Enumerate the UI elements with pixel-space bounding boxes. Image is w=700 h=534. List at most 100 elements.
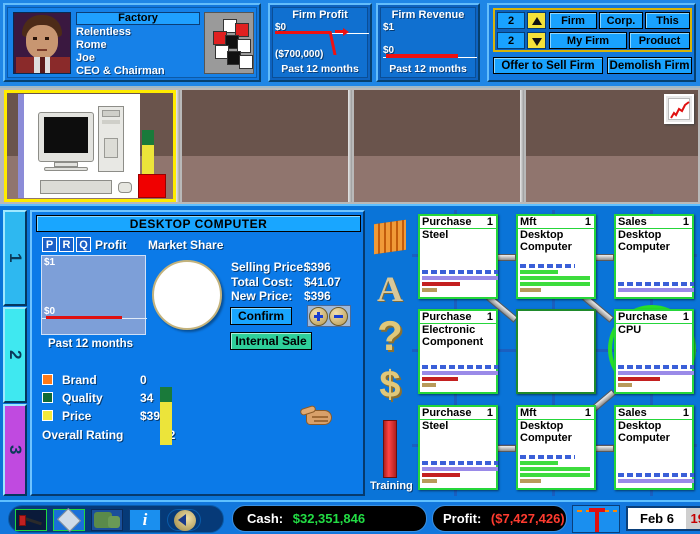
help-icon[interactable]: ? xyxy=(370,314,410,360)
toggle-quantity-q[interactable]: Q xyxy=(76,237,91,252)
new-price-label: New Price: xyxy=(231,289,293,303)
offer-to-sell-firm-button[interactable]: Offer to Sell Firm xyxy=(493,57,603,74)
profit-readout: Profit: ($7,427,426) xyxy=(432,505,567,532)
filter-this-city-button[interactable]: This City xyxy=(645,12,690,43)
trend-chart-icon[interactable] xyxy=(664,94,694,124)
node-type: Purchase xyxy=(422,216,472,228)
build-icon[interactable] xyxy=(15,509,47,531)
lot-2[interactable] xyxy=(182,90,348,202)
toggle-revenue-r[interactable]: R xyxy=(59,237,74,252)
node-qty: 1 xyxy=(682,407,689,419)
firm-revenue-panel[interactable]: Firm Revenue $1 $0 Past 12 months xyxy=(376,3,480,82)
date-year: 1993 xyxy=(686,508,700,529)
revenue-top-label: $1 xyxy=(383,22,395,33)
profit-value: ($7,427,426) xyxy=(490,511,565,526)
lot-1[interactable] xyxy=(4,90,176,202)
tool-icon-pod: i xyxy=(8,505,224,533)
triangle-down-icon[interactable] xyxy=(527,32,546,49)
toggle-profit-p[interactable]: P xyxy=(42,237,57,252)
node-purchase-electronic-component[interactable]: Purchase 1 Electronic Component xyxy=(418,309,498,394)
confirm-button[interactable]: Confirm xyxy=(230,307,292,325)
product-profit-chart: $1 $0 xyxy=(41,255,147,335)
market-share-label: Market Share xyxy=(148,238,224,252)
node-purchase-steel-2[interactable]: Purchase 1 Steel xyxy=(418,405,498,490)
minus-circle-icon[interactable] xyxy=(329,307,348,326)
demolish-firm-button[interactable]: Demolish Firm xyxy=(607,57,692,74)
node-sales-desktop-computer-1[interactable]: Sales 1 Desktop Computer xyxy=(614,214,694,299)
node-mft-desktop-computer-1[interactable]: Mft 1 Desktop Computer xyxy=(516,214,596,299)
tab-product-2[interactable]: 2 xyxy=(3,307,27,403)
cube-logo xyxy=(204,12,254,74)
view-controls-panel: 2 Firm Corp. This City 2 My Firm Product… xyxy=(487,3,696,82)
ceo-name: Joe xyxy=(76,52,95,64)
selling-price-label: Selling Price: xyxy=(231,260,308,274)
brand-swatch xyxy=(42,374,53,385)
ceo-title: CEO & Chairman xyxy=(76,65,165,77)
chart-top-label: $1 xyxy=(44,257,56,268)
city-map-icon[interactable] xyxy=(53,507,85,533)
speed-slider-icon[interactable] xyxy=(572,505,620,533)
back-icon[interactable] xyxy=(167,509,201,531)
quality-swatch xyxy=(42,392,53,403)
pointing-hand-cursor xyxy=(299,402,334,428)
node-item: Steel xyxy=(422,229,449,241)
revenue-footer: Past 12 months xyxy=(389,63,467,75)
inventory-icon[interactable] xyxy=(370,216,410,258)
profit-label: Profit: xyxy=(443,511,482,526)
firm-profit-panel[interactable]: Firm Profit $0 ($700,000) Past 12 months xyxy=(268,3,372,82)
node-bars xyxy=(618,365,694,389)
node-sales-desktop-computer-2[interactable]: Sales 1 Desktop Computer xyxy=(614,405,694,490)
internal-sale-button[interactable]: Internal Sale xyxy=(230,332,312,350)
training-label: Training xyxy=(370,480,413,492)
tab-product-3[interactable]: 3 xyxy=(3,404,27,496)
node-type: Purchase xyxy=(618,311,668,323)
node-bars xyxy=(618,473,694,485)
node-bars xyxy=(422,365,498,389)
world-map-icon[interactable] xyxy=(91,509,123,531)
cash-readout: Cash: $32,351,846 xyxy=(232,505,427,532)
triangle-up-icon[interactable] xyxy=(527,12,546,29)
filter-firm-button[interactable]: Firm xyxy=(549,12,597,29)
main-content-area: 1 2 3 DESKTOP COMPUTER P R Q Profit Mark… xyxy=(0,204,700,500)
node-type: Sales xyxy=(618,407,647,419)
node-type: Purchase xyxy=(422,311,472,323)
price-stepper xyxy=(307,305,351,327)
lot-3[interactable] xyxy=(354,90,520,202)
node-item: CPU xyxy=(618,324,642,336)
rating-gauge xyxy=(160,387,172,445)
node-qty: 1 xyxy=(584,407,591,419)
price-swatch xyxy=(42,410,53,421)
node-purchase-steel-1[interactable]: Purchase 1 Steel xyxy=(418,214,498,299)
firm-profit-title: Firm Profit xyxy=(292,9,348,21)
node-type: Mft xyxy=(520,216,537,228)
node-qty: 1 xyxy=(682,311,689,323)
selected-lot-frame xyxy=(4,90,176,202)
product-title: DESKTOP COMPUTER xyxy=(36,215,361,232)
lot-4[interactable] xyxy=(526,90,698,202)
node-item: Steel xyxy=(422,420,449,432)
filter-corp-button[interactable]: Corp. xyxy=(599,12,643,29)
node-bars xyxy=(422,270,498,294)
market-share-pie xyxy=(152,260,222,330)
profit-label: Profit xyxy=(95,238,127,252)
brand-label: Brand xyxy=(62,373,97,387)
node-mft-desktop-computer-2[interactable]: Mft 1 Desktop Computer xyxy=(516,405,596,490)
zoom-level-row2: 2 xyxy=(497,32,525,49)
date-display[interactable]: Feb 6 1993 xyxy=(626,506,700,531)
node-item: Desktop Computer xyxy=(618,229,670,253)
action-icon-column: A ? $ Training xyxy=(368,210,413,496)
node-empty-slot[interactable] xyxy=(516,309,596,394)
tab-product-1[interactable]: 1 xyxy=(3,210,27,306)
filter-product-button[interactable]: Product xyxy=(629,32,690,49)
company-name: Relentless xyxy=(76,26,132,38)
node-purchase-cpu[interactable]: Purchase 1 CPU xyxy=(614,309,694,394)
node-item: Desktop Computer xyxy=(520,229,572,253)
ceo-portrait xyxy=(13,12,71,74)
plus-circle-icon[interactable] xyxy=(309,307,328,326)
filter-my-firm-button[interactable]: My Firm xyxy=(549,32,627,49)
game-window: Factory Relentless Rome Joe CEO & Chairm… xyxy=(0,0,700,534)
training-icon[interactable]: Training xyxy=(370,420,413,500)
finance-icon[interactable]: $ xyxy=(370,364,410,408)
info-icon[interactable]: i xyxy=(129,509,161,531)
advertising-icon[interactable]: A xyxy=(370,266,410,310)
